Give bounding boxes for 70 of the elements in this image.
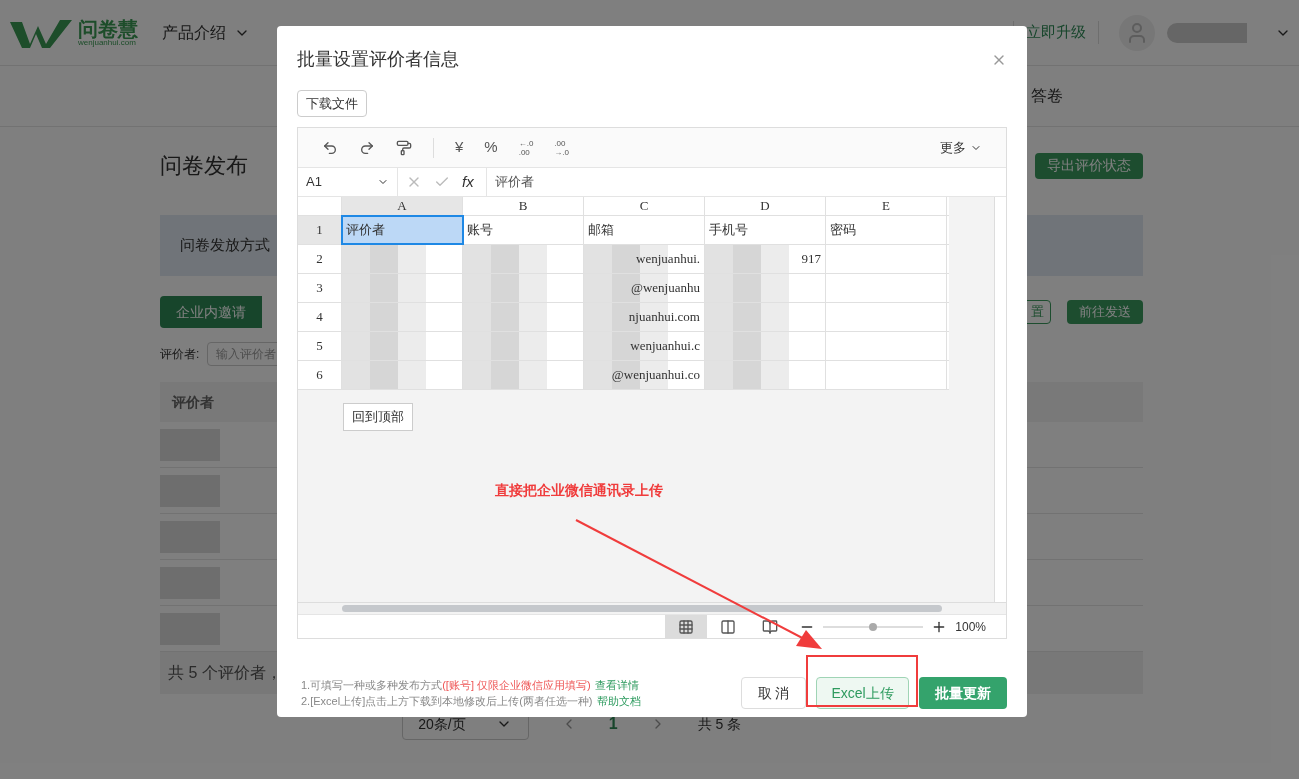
table-cell[interactable]: wenjuanhui. xyxy=(584,245,705,273)
table-cell[interactable]: 手机号 xyxy=(705,216,826,244)
info-text: 问卷发放方式 xyxy=(180,235,270,256)
cancel-button[interactable]: 取 消 xyxy=(741,677,806,709)
annotation-text: 直接把企业微信通讯录上传 xyxy=(495,481,663,500)
table-cell[interactable]: wenjuanhui.c xyxy=(584,332,705,360)
table-cell[interactable] xyxy=(463,361,584,389)
table-cell[interactable] xyxy=(705,361,826,389)
table-cell[interactable]: @wenjuanhu xyxy=(584,274,705,302)
dialog-title: 批量设置评价者信息 xyxy=(297,48,459,71)
avatar-icon[interactable] xyxy=(1119,14,1155,51)
table-cell[interactable] xyxy=(342,303,463,331)
columns-icon xyxy=(720,618,737,635)
vertical-scrollbar[interactable] xyxy=(994,197,1006,602)
table-cell[interactable] xyxy=(705,332,826,360)
column-header[interactable]: E xyxy=(826,197,947,215)
product-menu[interactable]: 产品介绍 xyxy=(162,20,250,45)
page-title: 问卷发布 xyxy=(160,152,248,180)
column-header[interactable]: D xyxy=(705,197,826,215)
note-text: 1.可填写一种或多种发布方式([账号] 仅限企业微信应用填写) xyxy=(301,678,591,693)
grid-icon xyxy=(678,618,695,635)
table-cell[interactable] xyxy=(463,303,584,331)
redo-icon[interactable] xyxy=(359,139,375,156)
table-cell[interactable] xyxy=(705,303,826,331)
cell-reference-field[interactable]: A1 xyxy=(298,168,398,196)
zoom-slider[interactable] xyxy=(823,625,924,628)
decimal-button[interactable]: .00 →.0 xyxy=(554,138,570,157)
format-button[interactable]: ¥ xyxy=(455,136,464,159)
row-header[interactable]: 1 xyxy=(298,216,342,244)
logo-domain: wenjuanhui.com xyxy=(78,38,136,47)
table-cell[interactable]: @wenjuanhui.co xyxy=(584,361,705,389)
table-cell[interactable] xyxy=(342,361,463,389)
horizontal-scrollbar[interactable] xyxy=(342,605,942,612)
decimal-button[interactable]: ←.0 .00 xyxy=(518,138,534,157)
table-cell[interactable] xyxy=(342,274,463,302)
table-cell[interactable] xyxy=(463,245,584,273)
back-to-top-button[interactable]: 回到顶部 xyxy=(343,403,413,431)
table-cell[interactable]: 账号 xyxy=(463,216,584,244)
table-header: 评价者 xyxy=(172,392,214,412)
table-cell[interactable]: 917 xyxy=(705,245,826,273)
table-cell[interactable] xyxy=(705,274,826,302)
summary-text: 共 5 个评价者， xyxy=(168,663,282,683)
help-link[interactable]: 查看详情 xyxy=(594,677,639,693)
column-header[interactable]: C xyxy=(584,197,705,215)
table-cell[interactable]: 邮箱 xyxy=(584,216,705,244)
more-menu[interactable]: 更多 xyxy=(940,137,982,158)
total-text: 共 5 条 xyxy=(697,714,742,734)
grid-view-button[interactable] xyxy=(665,615,708,638)
table-cell[interactable]: njuanhui.com xyxy=(584,303,705,331)
book-icon xyxy=(762,618,779,635)
nav-tab[interactable]: 答卷 xyxy=(1031,84,1063,108)
filter-label: 评价者: xyxy=(160,346,200,363)
undo-icon[interactable] xyxy=(322,139,338,156)
table-cell[interactable] xyxy=(463,274,584,302)
table-cell[interactable]: 密码 xyxy=(826,216,947,244)
table-cell[interactable] xyxy=(463,332,584,360)
download-button[interactable]: 下载文件 xyxy=(297,90,367,117)
note-text: 2.[Excel上传]点击上方下载到本地修改后上传(两者任选一种) xyxy=(301,694,593,709)
column-header[interactable]: B xyxy=(463,197,584,215)
help-link[interactable]: 帮助文档 xyxy=(596,693,641,709)
table-cell[interactable] xyxy=(342,245,463,273)
column-header[interactable]: A xyxy=(342,197,463,215)
zoom-reading: 100% xyxy=(955,618,986,636)
logo-name: 问卷慧 xyxy=(78,18,138,39)
table-cell[interactable]: 评价者 xyxy=(342,216,463,244)
zoom-thumb[interactable] xyxy=(869,622,878,631)
format-painter-icon[interactable] xyxy=(396,139,412,156)
formula-field[interactable]: 评价者 xyxy=(494,172,534,192)
format-button[interactable]: % xyxy=(484,136,498,159)
table-cell[interactable] xyxy=(342,332,463,360)
